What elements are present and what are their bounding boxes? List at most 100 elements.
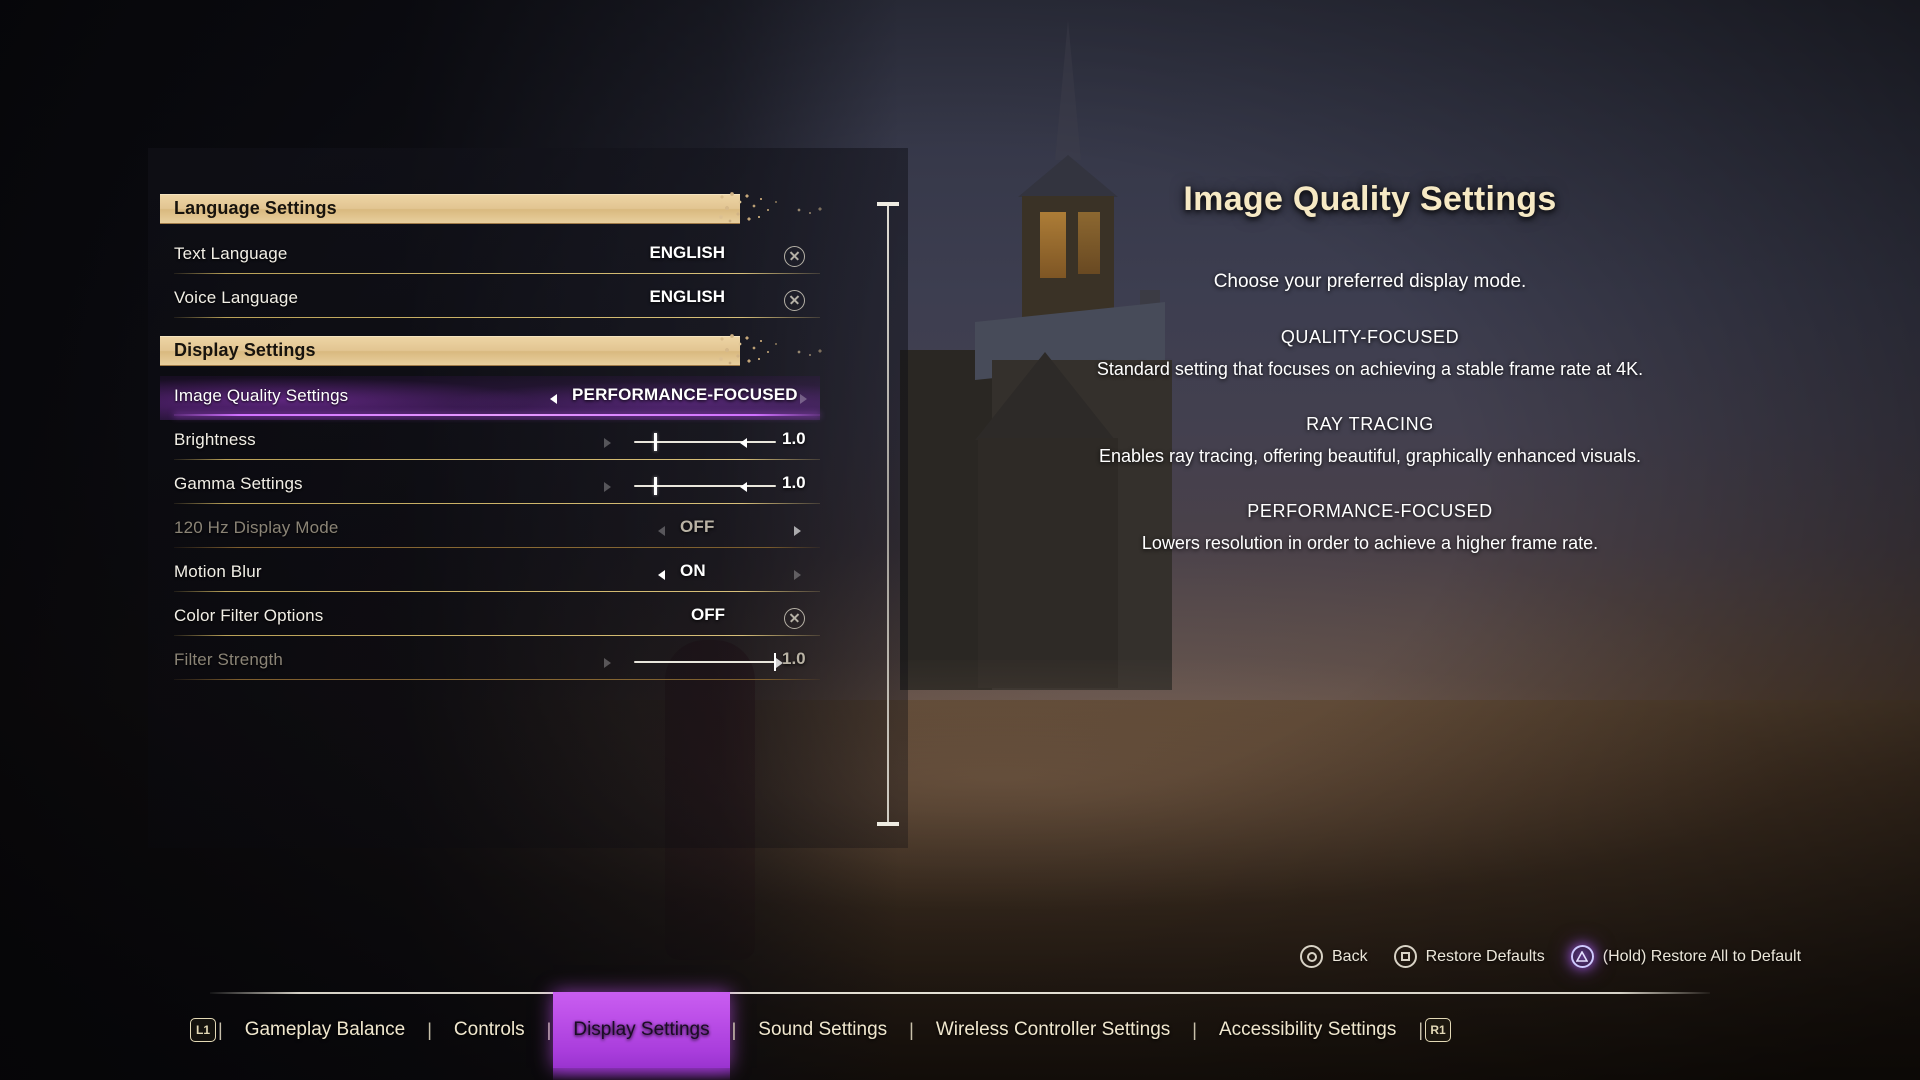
triangle-glyph	[1576, 951, 1589, 962]
tab-gameplay-balance[interactable]: Gameplay Balance	[225, 992, 426, 1068]
info-mode-name: PERFORMANCE-FOCUSED	[1247, 501, 1493, 521]
slider-decrease-arrow[interactable]	[604, 438, 611, 448]
setting-underline	[174, 546, 820, 548]
stepper-next-arrow[interactable]	[794, 526, 801, 536]
prompt-back[interactable]: Back	[1300, 945, 1368, 968]
setting-label: Motion Blur	[174, 562, 262, 581]
setting-value: OFF	[680, 517, 715, 536]
info-intro: Choose your preferred display mode.	[1213, 271, 1527, 292]
setting-row-120hz-display-mode[interactable]: 120 Hz Display Mode OFF	[160, 508, 820, 552]
section-header-language-settings: Language Settings	[160, 190, 836, 228]
setting-value: ENGLISH	[649, 243, 725, 262]
slider-thumb[interactable]	[654, 433, 657, 451]
setting-row-motion-blur[interactable]: Motion Blur ON	[160, 552, 820, 596]
settings-list: Language Settings Text Language ENGLISH Voi…	[160, 190, 860, 684]
reset-option-icon[interactable]	[784, 246, 805, 267]
tab-separator: |	[1192, 1019, 1197, 1040]
setting-row-brightness[interactable]: Brightness 1.0	[160, 420, 820, 464]
slider-decrease-arrow[interactable]	[604, 482, 611, 492]
left-bumper-icon[interactable]: L1	[190, 1018, 216, 1042]
square-glyph	[1400, 952, 1410, 961]
prompt-label: Back	[1332, 947, 1368, 965]
info-mode-block: QUALITY-FOCUSED Standard setting that foc…	[1020, 327, 1720, 380]
stepper-next-arrow[interactable]	[794, 570, 801, 580]
setting-value: PERFORMANCE-FOCUSED	[572, 385, 798, 404]
stepper-prev-arrow[interactable]	[658, 570, 665, 580]
section-header-display-settings: Display Settings	[160, 332, 836, 370]
info-mode-name: QUALITY-FOCUSED	[1280, 327, 1460, 347]
setting-underline	[174, 678, 820, 680]
circle-glyph	[1306, 951, 1317, 962]
section-header-label: Language Settings	[174, 198, 337, 218]
tab-separator: |	[218, 1019, 223, 1040]
setting-underline	[174, 634, 820, 636]
tab-separator: |	[427, 1019, 432, 1040]
slider-increase-arrow[interactable]	[740, 482, 747, 492]
setting-value: 1.0	[782, 429, 806, 448]
slider-increase-arrow[interactable]	[740, 438, 747, 448]
setting-row-color-filter-options[interactable]: Color Filter Options OFF	[160, 596, 820, 640]
slider-thumb[interactable]	[654, 477, 657, 495]
tab-wireless-controller-settings[interactable]: Wireless Controller Settings	[916, 992, 1190, 1068]
button-prompts: Back Restore Defaults (Hold) Restore All t…	[1300, 945, 1860, 968]
info-title: Image Quality Settings	[1183, 180, 1557, 218]
info-mode-name: RAY TRACING	[1306, 414, 1434, 434]
tab-separator: |	[1418, 1019, 1424, 1040]
setting-label: Brightness	[174, 430, 256, 449]
circle-button-icon[interactable]	[1300, 945, 1323, 968]
tab-list: L1 | Gameplay Balance | Controls | Display Set…	[190, 992, 1750, 1080]
setting-underline	[174, 590, 820, 592]
setting-row-gamma-settings[interactable]: Gamma Settings 1.0	[160, 464, 820, 508]
reset-option-icon[interactable]	[784, 608, 805, 629]
stepper-prev-arrow[interactable]	[658, 526, 665, 536]
info-panel: Image Quality Settings Choose your prefe…	[1020, 180, 1720, 554]
section-header-label: Display Settings	[174, 340, 316, 360]
setting-row-filter-strength[interactable]: Filter Strength 1.0	[160, 640, 820, 684]
setting-value: 1.0	[782, 649, 806, 668]
setting-label: Image Quality Settings	[174, 386, 349, 405]
info-mode-description: Enables ray tracing, offering beautiful,…	[1099, 446, 1641, 466]
setting-label: Voice Language	[174, 288, 299, 307]
setting-underline	[174, 502, 820, 504]
tab-display-settings[interactable]: Display Settings	[553, 992, 730, 1080]
setting-value: ENGLISH	[649, 287, 725, 306]
setting-label: Filter Strength	[174, 650, 284, 669]
section-header-specks	[796, 348, 836, 358]
setting-value: OFF	[691, 605, 725, 624]
tab-accessibility-settings[interactable]: Accessibility Settings	[1199, 992, 1416, 1068]
tab-controls[interactable]: Controls	[434, 992, 545, 1068]
section-header-frayed-edge	[716, 332, 786, 370]
scrollbar-cap-bottom	[877, 822, 899, 826]
tab-sound-settings[interactable]: Sound Settings	[738, 992, 907, 1068]
setting-underline	[174, 414, 820, 416]
square-button-icon[interactable]	[1393, 945, 1417, 968]
tab-separator: |	[546, 1019, 552, 1040]
prompt-label: Restore Defaults	[1425, 947, 1545, 965]
right-bumper-icon[interactable]: R1	[1425, 1018, 1452, 1042]
setting-underline	[174, 272, 820, 274]
reset-option-icon[interactable]	[784, 290, 805, 311]
prompt-restore-all-default[interactable]: (Hold) Restore All to Default	[1570, 945, 1802, 968]
stepper-prev-arrow[interactable]	[550, 394, 557, 404]
settings-scrollbar[interactable]	[877, 200, 899, 828]
setting-row-text-language[interactable]: Text Language ENGLISH	[160, 234, 820, 278]
setting-label: Text Language	[174, 244, 288, 263]
section-header-frayed-edge	[716, 190, 786, 228]
setting-label: Gamma Settings	[174, 474, 303, 493]
prompt-restore-defaults[interactable]: Restore Defaults	[1393, 945, 1545, 968]
setting-underline	[174, 458, 820, 460]
setting-label: Color Filter Options	[174, 606, 324, 625]
setting-row-voice-language[interactable]: Voice Language ENGLISH	[160, 278, 820, 322]
stepper-next-arrow[interactable]	[800, 394, 807, 404]
setting-value: ON	[680, 561, 706, 580]
info-modes: QUALITY-FOCUSED Standard setting that foc…	[1020, 327, 1720, 554]
info-mode-block: RAY TRACING Enables ray tracing, offering…	[1020, 414, 1720, 467]
setting-underline	[174, 316, 820, 318]
triangle-button-icon[interactable]	[1570, 945, 1594, 968]
setting-row-image-quality-settings[interactable]: Image Quality Settings PERFORMANCE-FOCUSE…	[160, 376, 820, 420]
slider-decrease-arrow[interactable]	[604, 658, 611, 668]
prompt-label: (Hold) Restore All to Default	[1602, 947, 1802, 965]
slider-track	[634, 661, 776, 663]
scrollbar-track	[887, 206, 889, 822]
info-mode-description: Lowers resolution in order to achieve a …	[1141, 533, 1599, 553]
